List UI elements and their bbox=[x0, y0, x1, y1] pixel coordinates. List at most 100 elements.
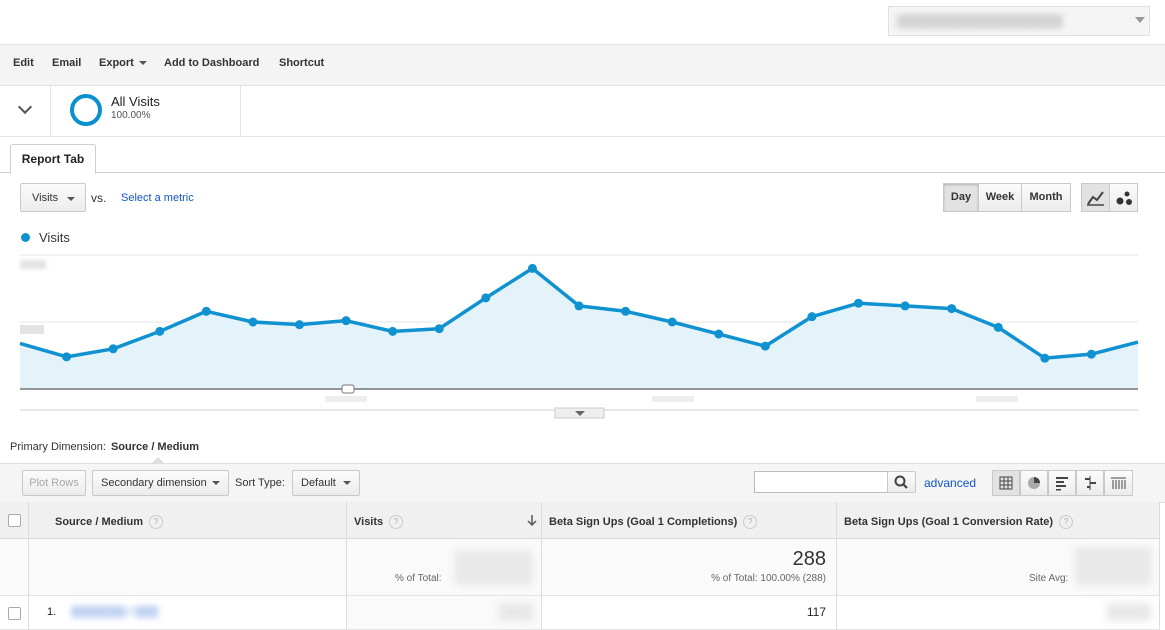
visits-chart bbox=[19, 254, 1139, 419]
caret-down-icon bbox=[343, 481, 351, 485]
row-completions-value: 117 bbox=[806, 605, 826, 619]
help-icon[interactable]: ? bbox=[743, 515, 758, 529]
visits-point[interactable] bbox=[434, 324, 444, 334]
visits-point[interactable] bbox=[667, 317, 677, 327]
totals-completions-sub: % of Total: 100.00% (288) bbox=[711, 573, 826, 584]
select-all-checkbox[interactable] bbox=[8, 514, 21, 527]
advanced-filter-link[interactable]: advanced bbox=[924, 476, 976, 490]
table-search-input[interactable] bbox=[754, 471, 888, 493]
totals-visits-cell: % of Total: bbox=[347, 539, 542, 596]
bubble-chart-icon bbox=[1116, 191, 1132, 205]
comparison-view-button[interactable] bbox=[1076, 470, 1104, 496]
visits-point[interactable] bbox=[388, 326, 398, 336]
plot-rows-button[interactable]: Plot Rows bbox=[22, 470, 86, 496]
column-header-conversion-rate[interactable]: Beta Sign Ups (Goal 1 Conversion Rate)? bbox=[837, 502, 1160, 539]
column-label: Source / Medium bbox=[55, 515, 144, 528]
x-tick-label bbox=[325, 396, 367, 402]
segment-bar: All Visits 100.00% bbox=[0, 86, 1165, 137]
visits-point[interactable] bbox=[1086, 349, 1096, 359]
month-button[interactable]: Month bbox=[1021, 183, 1071, 212]
visits-point[interactable] bbox=[807, 312, 817, 322]
pivot-view-button[interactable] bbox=[1104, 470, 1133, 496]
row-source-link[interactable]: ▒▒▒▒▒▒▒ / ▒▒▒ bbox=[71, 606, 158, 618]
visits-point[interactable] bbox=[621, 306, 631, 316]
visits-point[interactable] bbox=[760, 341, 770, 351]
primary-dimension-value[interactable]: Source / Medium bbox=[111, 441, 199, 453]
help-icon[interactable]: ? bbox=[149, 515, 164, 529]
y-tick-label-top bbox=[20, 260, 46, 269]
visits-point[interactable] bbox=[574, 301, 584, 311]
visits-point[interactable] bbox=[155, 326, 165, 336]
date-range-text: ▒▒▒▒▒▒▒▒▒▒▒▒▒▒▒▒▒▒ bbox=[897, 13, 1063, 28]
pivot-icon bbox=[1111, 477, 1126, 489]
table-view-button[interactable] bbox=[992, 470, 1020, 496]
legend-visits: Visits bbox=[39, 230, 70, 245]
segment-toggle[interactable] bbox=[0, 86, 51, 136]
secondary-dimension-select[interactable]: Secondary dimension bbox=[92, 470, 229, 496]
bar-view-button[interactable] bbox=[1048, 470, 1076, 496]
visits-point[interactable] bbox=[62, 352, 72, 362]
metric-select-label: Visits bbox=[32, 192, 59, 204]
add-to-dashboard-button[interactable]: Add to Dashboard bbox=[164, 57, 259, 69]
line-chart-button[interactable] bbox=[1081, 183, 1110, 212]
search-button[interactable] bbox=[887, 471, 916, 493]
visits-point[interactable] bbox=[947, 304, 957, 314]
segment-card[interactable]: All Visits 100.00% bbox=[50, 86, 241, 136]
date-range-picker[interactable]: ▒▒▒▒▒▒▒▒▒▒▒▒▒▒▒▒▒▒ bbox=[888, 6, 1150, 36]
help-icon[interactable]: ? bbox=[389, 515, 404, 529]
column-header-source-medium[interactable]: Source / Medium? bbox=[29, 502, 347, 539]
column-header-goal-completions[interactable]: Beta Sign Ups (Goal 1 Completions)? bbox=[542, 502, 837, 539]
pie-chart-icon bbox=[1028, 477, 1040, 489]
export-menu[interactable]: Export bbox=[99, 57, 147, 69]
visits-point[interactable] bbox=[201, 306, 211, 316]
totals-rate-label: Site Avg: bbox=[1029, 573, 1069, 584]
visits-point[interactable] bbox=[248, 317, 258, 327]
redacted-value bbox=[499, 603, 533, 621]
table-row-completions: 117 bbox=[542, 596, 837, 630]
row-index: 1. bbox=[47, 606, 57, 618]
visits-point[interactable] bbox=[900, 301, 910, 311]
metric-select[interactable]: Visits bbox=[20, 183, 86, 212]
column-label: Visits bbox=[354, 515, 384, 528]
edit-button[interactable]: Edit bbox=[13, 57, 34, 69]
motion-chart-button[interactable] bbox=[1109, 183, 1138, 212]
email-button[interactable]: Email bbox=[52, 57, 81, 69]
table-row-check bbox=[0, 596, 29, 630]
sort-type-label: Sort Type: bbox=[235, 477, 285, 489]
visits-point[interactable] bbox=[1040, 353, 1050, 363]
shortcut-button[interactable]: Shortcut bbox=[279, 57, 324, 69]
help-icon[interactable]: ? bbox=[1059, 515, 1074, 529]
tab-report[interactable]: Report Tab bbox=[10, 144, 96, 174]
visits-point[interactable] bbox=[714, 329, 724, 339]
select-metric-link[interactable]: Select a metric bbox=[121, 192, 194, 204]
annotation-icon[interactable] bbox=[341, 384, 355, 394]
redacted-value bbox=[1075, 547, 1151, 585]
day-button[interactable]: Day bbox=[943, 183, 979, 212]
visits-point[interactable] bbox=[341, 316, 351, 326]
visits-point[interactable] bbox=[527, 263, 537, 273]
secondary-dimension-label: Secondary dimension bbox=[101, 477, 207, 489]
pie-view-button[interactable] bbox=[1020, 470, 1048, 496]
sort-type-value: Default bbox=[301, 477, 336, 489]
action-toolbar: Edit Email Export Add to Dashboard Short… bbox=[0, 45, 1165, 86]
comparison-icon bbox=[1085, 476, 1096, 490]
visits-point[interactable] bbox=[295, 320, 304, 330]
row-checkbox[interactable] bbox=[8, 607, 21, 620]
visits-point[interactable] bbox=[481, 293, 491, 303]
table-row-source: 1. ▒▒▒▒▒▒▒ / ▒▒▒ bbox=[29, 596, 347, 630]
caret-down-icon bbox=[138, 61, 147, 66]
sort-type-select[interactable]: Default bbox=[292, 470, 360, 496]
caret-down-icon bbox=[67, 197, 75, 201]
visits-point[interactable] bbox=[854, 298, 863, 308]
caret-down-icon bbox=[212, 481, 220, 485]
tab-divider bbox=[0, 172, 1165, 173]
x-tick-label bbox=[652, 396, 694, 402]
totals-visits-label: % of Total: bbox=[395, 573, 442, 584]
vs-label: vs. bbox=[91, 191, 107, 205]
visits-point[interactable] bbox=[108, 344, 118, 354]
column-header-visits[interactable]: Visits? bbox=[347, 502, 542, 539]
bar-chart-icon bbox=[1056, 477, 1068, 491]
week-button[interactable]: Week bbox=[978, 183, 1022, 212]
totals-completions-value: 288 bbox=[792, 548, 826, 570]
visits-point[interactable] bbox=[993, 322, 1003, 332]
